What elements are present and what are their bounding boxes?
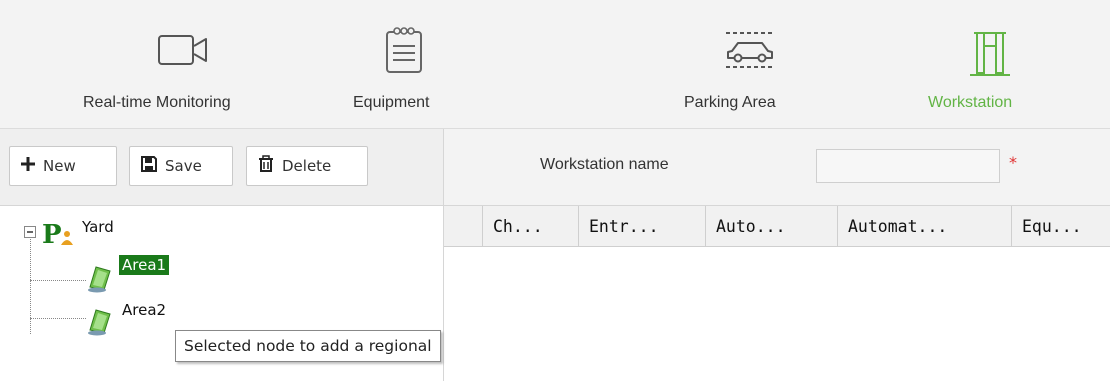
nav-label-real-time-monitoring: Real-time Monitoring bbox=[83, 94, 231, 111]
top-navigation: Real-time Monitoring Equipment Parking A… bbox=[0, 0, 1110, 129]
save-button[interactable]: Save bbox=[129, 146, 233, 186]
tree-connector bbox=[30, 318, 86, 319]
tree-connector bbox=[30, 280, 86, 281]
nav-workstation[interactable]: Workstation bbox=[920, 0, 1070, 128]
column-header[interactable]: Ch... bbox=[482, 206, 578, 246]
delete-button-label: Delete bbox=[282, 157, 332, 175]
notepad-icon bbox=[386, 27, 422, 73]
workstation-form: Workstation name * bbox=[444, 129, 1110, 206]
nav-equipment[interactable]: Equipment bbox=[350, 0, 470, 128]
yard-icon: P bbox=[42, 220, 73, 247]
nav-label-parking-area: Parking Area bbox=[684, 94, 776, 111]
tree-node-label: Yard bbox=[82, 218, 114, 236]
required-mark: * bbox=[1009, 153, 1017, 172]
column-header[interactable]: Automat... bbox=[837, 206, 1011, 246]
grid-header: Ch... Entr... Auto... Automat... Equ... bbox=[444, 206, 1110, 247]
new-button[interactable]: New bbox=[9, 146, 117, 186]
save-button-label: Save bbox=[165, 157, 202, 175]
nav-parking-area[interactable]: Parking Area bbox=[680, 0, 820, 128]
tooltip-text: Selected node to add a regional bbox=[184, 337, 432, 355]
collapse-icon[interactable] bbox=[24, 226, 37, 239]
new-button-label: New bbox=[43, 157, 76, 175]
svg-text:P: P bbox=[42, 220, 62, 247]
video-camera-icon bbox=[158, 35, 207, 65]
nav-label-workstation: Workstation bbox=[928, 94, 1013, 111]
column-header[interactable]: Auto... bbox=[705, 206, 837, 246]
gate-icon bbox=[970, 32, 1010, 76]
floppy-disk-icon bbox=[140, 155, 158, 177]
workstation-icon bbox=[88, 266, 111, 293]
car-icon bbox=[726, 32, 774, 68]
plus-icon bbox=[20, 156, 36, 176]
tree-node-label: Area2 bbox=[122, 301, 167, 319]
nav-label-equipment: Equipment bbox=[353, 94, 430, 111]
delete-button[interactable]: Delete bbox=[246, 146, 368, 186]
grid-body bbox=[444, 247, 1110, 381]
nav-real-time-monitoring[interactable]: Real-time Monitoring bbox=[80, 0, 295, 128]
tree-toolbar: New Save Delete bbox=[0, 129, 444, 206]
workstation-name-input[interactable] bbox=[816, 149, 1000, 183]
trash-icon bbox=[257, 155, 275, 177]
tree-node-label: Area1 bbox=[119, 255, 170, 275]
column-header[interactable]: Entr... bbox=[578, 206, 705, 246]
workstation-icon bbox=[88, 309, 111, 336]
tooltip: Selected node to add a regional bbox=[175, 330, 441, 362]
column-header[interactable]: Equ... bbox=[1011, 206, 1110, 246]
workstation-name-label: Workstation name bbox=[540, 156, 669, 173]
